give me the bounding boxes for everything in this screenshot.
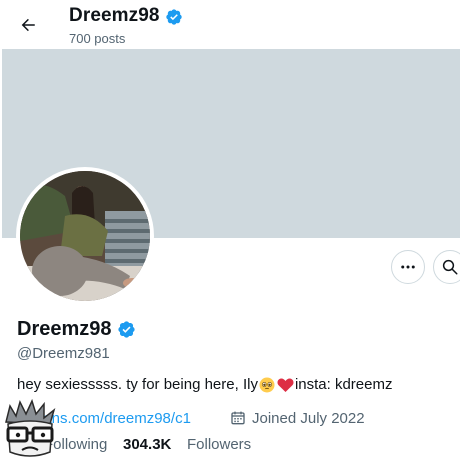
calendar-icon <box>231 411 245 425</box>
joined-date: Joined July 2022 <box>230 410 365 427</box>
followers-count[interactable]: 304.3K <box>123 436 171 453</box>
avatar-photo <box>20 171 150 301</box>
posts-count: 700 posts <box>69 31 126 46</box>
search-icon <box>442 259 458 275</box>
nerd-face-watermark-icon <box>5 398 56 457</box>
avatar-frame[interactable] <box>16 167 154 305</box>
back-button[interactable] <box>14 11 42 39</box>
followers-link[interactable]: Followers <box>187 436 251 453</box>
profile-bio: hey sexiesssss. ty for being here, Ily i… <box>17 376 392 393</box>
verified-badge-icon[interactable] <box>117 320 136 339</box>
avatar[interactable] <box>20 171 150 301</box>
bio-suffix-text: insta: kdreemz <box>294 376 393 393</box>
joined-text: Joined July 2022 <box>252 409 365 427</box>
header-name-text: Dreemz98 <box>69 5 160 26</box>
search-button[interactable] <box>433 250 460 284</box>
back-arrow-icon <box>21 18 35 32</box>
profile-header: Dreemz98 700 posts <box>0 0 460 49</box>
profile-handle: @Dreemz981 <box>17 345 110 362</box>
red-heart-emoji <box>277 378 294 392</box>
more-options-button[interactable] <box>391 250 425 284</box>
verified-badge-icon <box>165 8 182 25</box>
pleading-face-emoji <box>259 377 275 392</box>
profile-name-text: Dreemz98 <box>17 318 112 340</box>
more-horizontal-icon <box>401 265 415 269</box>
profile-display-name: Dreemz98 <box>17 318 136 341</box>
bio-text: hey sexiesssss. ty for being here, Ily <box>17 376 258 393</box>
header-display-name: Dreemz98 <box>69 5 183 27</box>
